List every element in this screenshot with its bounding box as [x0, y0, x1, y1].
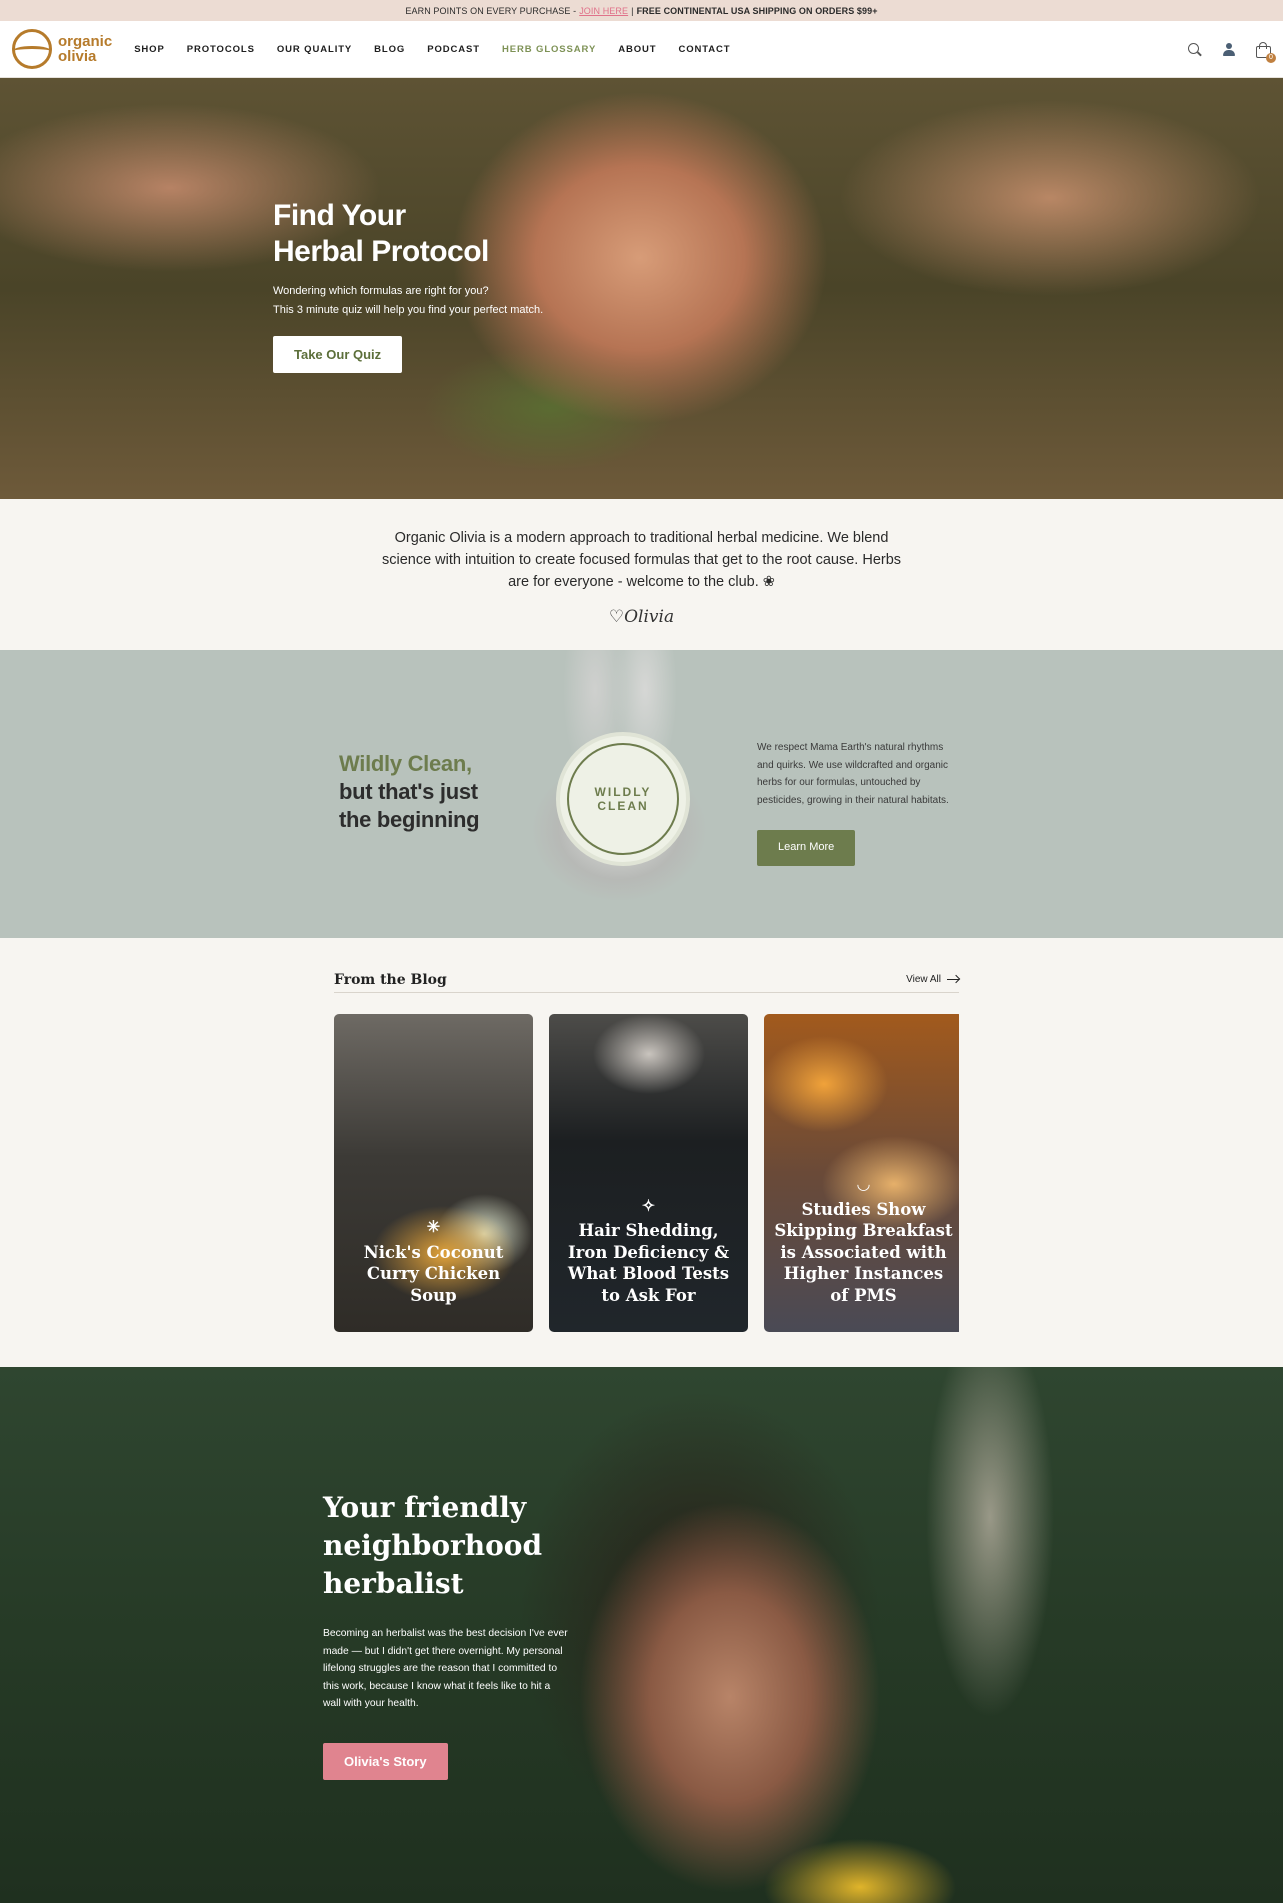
story-body: Becoming an herbalist was the best decis…	[323, 1628, 568, 1710]
hero-content: Find Your Herbal Protocol Wondering whic…	[273, 198, 543, 373]
blog-card-title: ✧ Hair Shedding, Iron Deficiency & What …	[559, 1195, 738, 1307]
hero-text-line1: Wondering which formulas are right for y…	[273, 285, 489, 297]
logo-mark-icon	[12, 29, 52, 69]
blog-card-title-text: Studies Show Skipping Breakfast is Assoc…	[774, 1199, 953, 1305]
wildly-clean-copy: We respect Mama Earth's natural rhythms …	[757, 739, 962, 866]
story-title-line2: neighborhood	[323, 1529, 543, 1562]
logo-line2: olivia	[58, 48, 97, 65]
heading-line2: but that's just	[339, 779, 478, 804]
logo-wordmark: organic olivia	[58, 34, 112, 64]
announcement-bar: EARN POINTS ON EVERY PURCHASE - JOIN HER…	[0, 0, 1283, 21]
blog-header: From the Blog View All	[334, 972, 959, 993]
nav-shop[interactable]: SHOP	[134, 44, 165, 55]
site-header: organic olivia SHOP PROTOCOLS OUR QUALIT…	[0, 21, 1283, 78]
blog-cards: ✳ Nick's Coconut Curry Chicken Soup ✧ Ha…	[334, 1014, 959, 1332]
cart-count-badge: 0	[1266, 52, 1276, 63]
announcement-divider: |	[631, 5, 634, 16]
learn-more-button[interactable]: Learn More	[757, 830, 856, 866]
sparkle-icon: ✧	[641, 1195, 656, 1215]
take-quiz-button[interactable]: Take Our Quiz	[273, 336, 403, 373]
blog-card-title-text: Hair Shedding, Iron Deficiency & What Bl…	[567, 1221, 730, 1305]
nav-about[interactable]: ABOUT	[618, 44, 656, 55]
nav-herb-glossary[interactable]: HERB GLOSSARY	[502, 44, 596, 55]
badge-text: WILDLY CLEAN	[567, 743, 679, 855]
story-title-line3: herbalist	[323, 1567, 464, 1600]
wildly-clean-badge: WILDLY CLEAN	[556, 732, 690, 866]
heading-line3: the beginning	[339, 807, 480, 832]
join-here-link[interactable]: JOIN HERE	[579, 6, 628, 16]
view-all-link[interactable]: View All	[906, 974, 959, 985]
arrow-right-icon	[947, 978, 959, 980]
blog-card[interactable]: ✧ Hair Shedding, Iron Deficiency & What …	[549, 1014, 748, 1332]
blog-card-title-text: Nick's Coconut Curry Chicken Soup	[363, 1242, 504, 1305]
nav-podcast[interactable]: PODCAST	[427, 44, 480, 55]
blog-title: From the Blog	[334, 972, 447, 988]
shipping-message: FREE CONTINENTAL USA SHIPPING ON ORDERS …	[636, 5, 878, 16]
heading-green-line: Wildly Clean,	[339, 751, 472, 776]
nav-our-quality[interactable]: OUR QUALITY	[277, 44, 352, 55]
search-icon[interactable]	[1187, 42, 1203, 58]
hero-text-line2: This 3 minute quiz will help you find yo…	[273, 304, 544, 316]
olivia-signature: ♡Olivia	[608, 607, 675, 627]
logo-line1: organic	[58, 33, 113, 50]
story-title-line1: Your friendly	[323, 1491, 527, 1524]
intro-text: Organic Olivia is a modern approach to t…	[381, 530, 902, 590]
hero-text: Wondering which formulas are right for y…	[273, 282, 543, 320]
announcement-prefix: EARN POINTS ON EVERY PURCHASE -	[405, 5, 577, 16]
herbalist-story-section: Your friendly neighborhood herbalist Bec…	[0, 1367, 1283, 1903]
hero-title-line1: Find Your	[273, 199, 406, 232]
hero-title: Find Your Herbal Protocol	[273, 198, 543, 270]
view-all-label: View All	[906, 974, 941, 985]
nav-contact[interactable]: CONTACT	[678, 44, 730, 55]
blog-card-title: ✳ Nick's Coconut Curry Chicken Soup	[344, 1216, 523, 1306]
hero-title-line2: Herbal Protocol	[273, 235, 489, 268]
logo[interactable]: organic olivia	[12, 29, 112, 69]
main-nav: SHOP PROTOCOLS OUR QUALITY BLOG PODCAST …	[134, 44, 730, 55]
wildly-clean-heading: Wildly Clean, but that's just the beginn…	[339, 750, 480, 834]
nav-blog[interactable]: BLOG	[374, 44, 405, 55]
account-icon[interactable]	[1221, 42, 1237, 58]
header-actions: 0	[1187, 21, 1276, 78]
intro-section: Organic Olivia is a modern approach to t…	[0, 499, 1283, 650]
blog-card-title: ◡ Studies Show Skipping Breakfast is Ass…	[774, 1173, 953, 1306]
wildly-clean-section: Wildly Clean, but that's just the beginn…	[0, 650, 1283, 938]
wildly-clean-body: We respect Mama Earth's natural rhythms …	[757, 742, 949, 806]
story-content: Your friendly neighborhood herbalist Bec…	[323, 1489, 568, 1780]
nav-protocols[interactable]: PROTOCOLS	[187, 44, 255, 55]
blog-card[interactable]: ◡ Studies Show Skipping Breakfast is Ass…	[764, 1014, 959, 1332]
hero-banner: Find Your Herbal Protocol Wondering whic…	[0, 78, 1283, 499]
smile-icon: ◡	[856, 1174, 871, 1193]
blog-card[interactable]: ✳ Nick's Coconut Curry Chicken Soup	[334, 1014, 533, 1332]
story-title: Your friendly neighborhood herbalist	[323, 1489, 568, 1603]
sparkle-icon: ✳	[426, 1217, 441, 1236]
olivias-story-button[interactable]: Olivia's Story	[323, 1742, 448, 1780]
cart-icon[interactable]: 0	[1255, 41, 1276, 63]
blog-section: From the Blog View All ✳ Nick's Coconut …	[0, 938, 1283, 1366]
